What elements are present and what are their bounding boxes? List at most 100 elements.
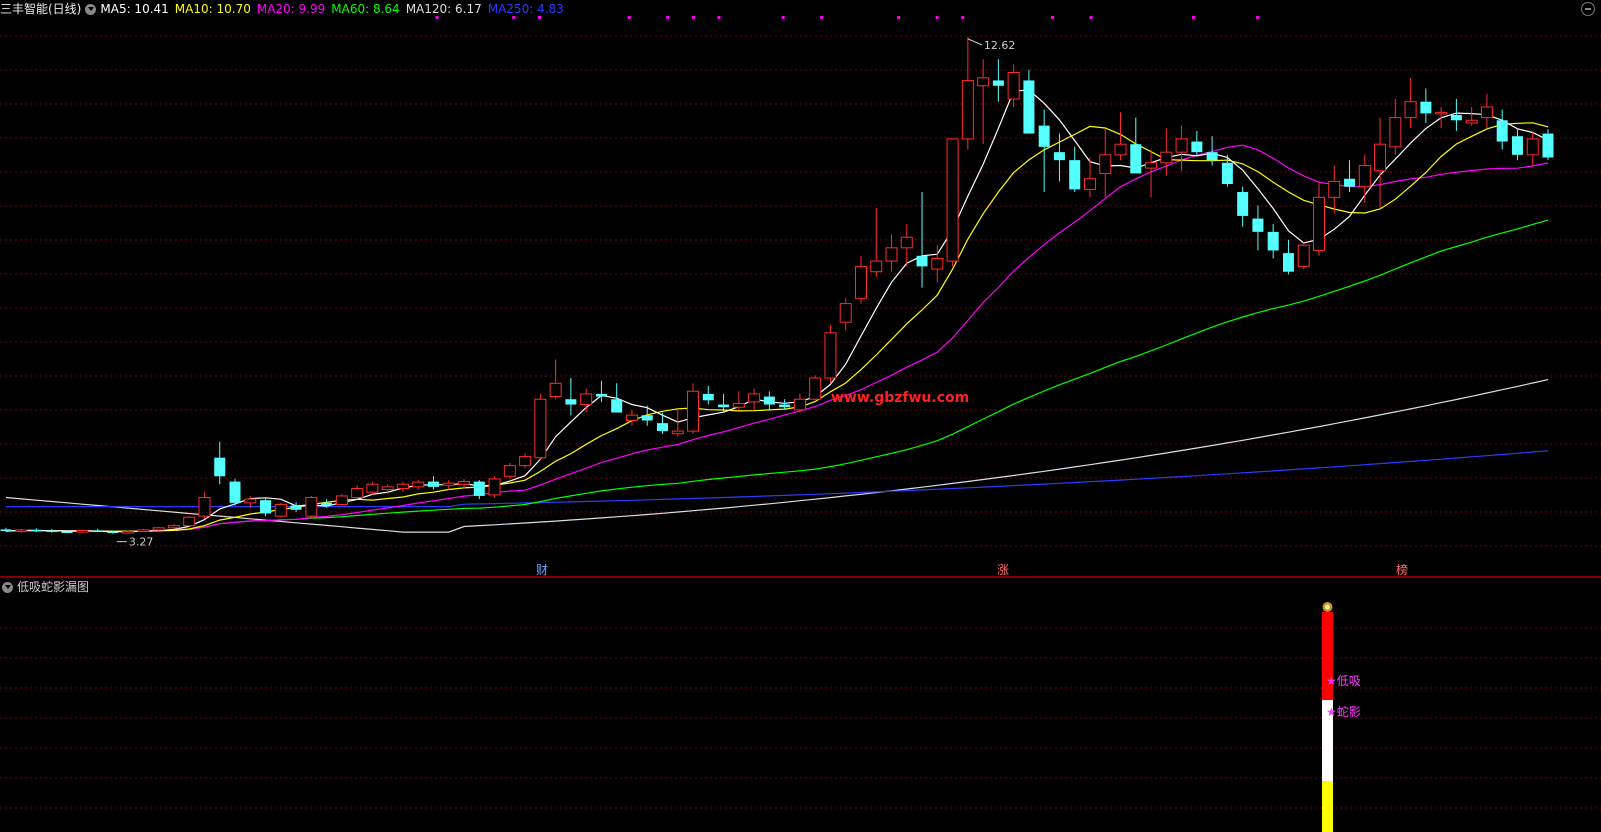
high-price-label: 12.62 xyxy=(984,39,1016,52)
candle xyxy=(1526,130,1539,166)
candle-body xyxy=(442,482,455,486)
main-chart-header: 三丰智能(日线) MA5: 10.41 MA10: 10.70 MA20: 9.… xyxy=(0,1,570,17)
candle-body xyxy=(809,377,822,400)
candle xyxy=(396,481,409,493)
candle-body xyxy=(824,332,837,379)
dropdown-icon[interactable] xyxy=(2,581,13,593)
candle xyxy=(1435,107,1448,129)
low-price-label: 3.27 xyxy=(129,536,154,549)
candle-body xyxy=(763,396,775,405)
candle-body xyxy=(1420,101,1432,114)
signal-dot xyxy=(1089,16,1093,19)
event-marker-3: 榜 xyxy=(1396,562,1408,577)
candle xyxy=(15,528,28,534)
candle-body xyxy=(274,503,287,517)
candle xyxy=(92,528,104,533)
ma120-label: MA120: 6.17 xyxy=(405,2,482,16)
candle-body xyxy=(366,483,379,493)
candle-body xyxy=(488,478,501,496)
candle-body xyxy=(321,502,333,506)
candle-body xyxy=(1038,125,1050,147)
moving-average-lines xyxy=(5,89,1549,533)
candle-body xyxy=(1099,154,1112,174)
candle xyxy=(46,528,58,533)
candle-body xyxy=(1237,192,1249,216)
candle-body xyxy=(458,481,471,485)
candle-body xyxy=(1297,244,1310,267)
event-markers: 财涨榜 xyxy=(435,16,1408,577)
candle xyxy=(519,453,532,469)
candle-body xyxy=(1374,143,1387,172)
signal-dot xyxy=(1256,16,1260,19)
candle-body xyxy=(549,382,562,398)
candle xyxy=(1374,117,1387,208)
candle-body xyxy=(1344,178,1356,187)
candle xyxy=(1282,239,1294,275)
candle-body xyxy=(260,500,272,514)
candle-body xyxy=(641,415,653,421)
candle-body xyxy=(718,404,730,408)
candle-body xyxy=(1175,138,1188,153)
candle-body xyxy=(1206,152,1218,161)
candle-body xyxy=(1267,231,1279,251)
candle xyxy=(732,391,745,410)
candle-body xyxy=(1511,136,1523,155)
stock-title[interactable]: 三丰智能(日线) xyxy=(0,1,81,17)
ma5-line xyxy=(5,89,1549,533)
candle xyxy=(763,391,775,410)
candle-body xyxy=(519,456,532,467)
candle-body xyxy=(412,481,425,488)
candle xyxy=(931,245,944,283)
candle-body xyxy=(870,260,883,273)
candle-body xyxy=(702,393,714,401)
candle xyxy=(656,412,668,434)
candle xyxy=(1267,223,1279,259)
candle xyxy=(1069,146,1081,193)
candle-body xyxy=(46,530,58,532)
candle-body xyxy=(656,423,668,432)
high-pointer xyxy=(967,38,983,46)
ma20-label: MA20: 9.99 xyxy=(256,2,326,16)
candle-body xyxy=(92,530,104,532)
candle-body xyxy=(671,430,684,435)
candle-body xyxy=(427,481,439,487)
candle xyxy=(1160,128,1173,177)
chart-annotations: 12.62 3.27 www.gbzfwu.com xyxy=(116,38,1016,549)
candle-body xyxy=(503,465,516,477)
candle xyxy=(1404,77,1417,129)
candle xyxy=(488,476,501,498)
indicator-bar-yellow xyxy=(1322,781,1333,832)
candle-body xyxy=(779,404,791,408)
indicator-title[interactable]: 低吸蛇影漏图 xyxy=(17,579,89,595)
candle xyxy=(366,481,379,495)
candle-body xyxy=(992,80,1004,86)
candle-body xyxy=(977,77,990,87)
candle xyxy=(824,324,837,384)
candle xyxy=(442,479,455,490)
signal-dot xyxy=(781,16,785,19)
candle-body xyxy=(381,486,394,491)
collapse-icon[interactable] xyxy=(1581,2,1595,16)
signal-dot xyxy=(961,16,965,19)
candle xyxy=(229,478,241,506)
candle-body xyxy=(1465,119,1478,124)
candle-body xyxy=(1526,138,1539,156)
candle-body xyxy=(1023,80,1035,134)
dropdown-icon[interactable] xyxy=(85,3,97,15)
candle-body xyxy=(198,497,211,517)
candle-body xyxy=(961,79,974,140)
candle xyxy=(473,479,485,500)
ma60-label: MA60: 8.64 xyxy=(331,2,400,16)
candle xyxy=(137,528,150,533)
candle-body xyxy=(580,393,593,406)
candle xyxy=(1312,181,1325,256)
candle xyxy=(839,298,852,331)
candle-body xyxy=(214,457,226,477)
candle-body xyxy=(0,529,12,531)
candle-body xyxy=(854,265,867,299)
candle-body xyxy=(1480,106,1493,119)
signal-dot xyxy=(935,16,939,19)
candle xyxy=(1221,154,1233,187)
candle xyxy=(274,502,287,518)
candle xyxy=(549,359,562,400)
